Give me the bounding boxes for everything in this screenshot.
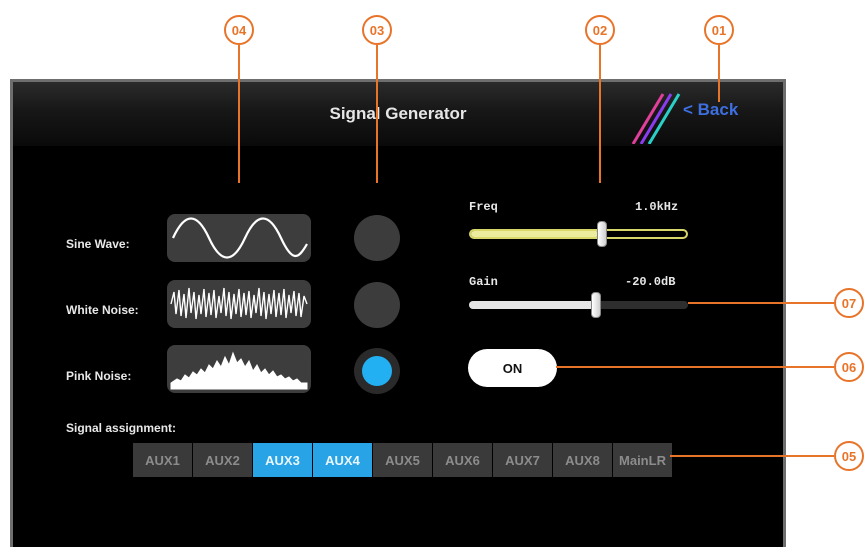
bus-button-aux1[interactable]: AUX1 (133, 443, 192, 477)
gain-slider-fill (469, 301, 595, 309)
sine-wave-icon (167, 214, 311, 262)
back-button[interactable]: < Back (683, 100, 738, 120)
gain-slider-thumb[interactable] (591, 292, 601, 318)
callout-04-leader (238, 45, 240, 183)
callout-05: 05 (834, 441, 864, 471)
signal-label-white: White Noise: (66, 303, 139, 317)
freq-label: Freq (469, 200, 498, 214)
gain-label: Gain (469, 275, 498, 289)
bus-button-aux4[interactable]: AUX4 (313, 443, 372, 477)
radio-white-noise[interactable] (354, 282, 400, 328)
bus-button-mainlr[interactable]: MainLR (613, 443, 672, 477)
on-button[interactable]: ON (468, 349, 557, 387)
freq-value: 1.0kHz (635, 200, 679, 214)
callout-04: 04 (224, 15, 254, 45)
callout-03: 03 (362, 15, 392, 45)
bus-button-aux2[interactable]: AUX2 (193, 443, 252, 477)
callout-02-leader (599, 45, 601, 183)
signal-label-sine: Sine Wave: (66, 237, 130, 251)
rainbow-stripes-icon (631, 93, 681, 144)
callout-01: 01 (704, 15, 734, 45)
pink-noise-icon (167, 345, 311, 393)
white-noise-icon (167, 280, 311, 328)
bus-button-aux3[interactable]: AUX3 (253, 443, 312, 477)
callout-03-leader (376, 45, 378, 183)
title-bar: Signal Generator < Back (13, 82, 783, 146)
radio-pink-noise[interactable] (354, 348, 400, 394)
callout-07: 07 (834, 288, 864, 318)
signal-assignment-label: Signal assignment: (66, 421, 177, 435)
callout-07-leader (688, 302, 834, 304)
bus-assignment-group: AUX1 AUX2 AUX3 AUX4 AUX5 AUX6 AUX7 AUX8 … (133, 443, 672, 477)
radio-sine-wave[interactable] (354, 215, 400, 261)
callout-06: 06 (834, 352, 864, 382)
bus-button-aux8[interactable]: AUX8 (553, 443, 612, 477)
bus-button-aux6[interactable]: AUX6 (433, 443, 492, 477)
gain-value: -20.0dB (625, 275, 676, 289)
signal-generator-screen: Signal Generator < Back Sine Wave: White… (10, 79, 786, 547)
bus-button-aux7[interactable]: AUX7 (493, 443, 552, 477)
signal-label-pink: Pink Noise: (66, 369, 132, 383)
callout-06-leader (556, 366, 834, 368)
callout-01-leader (718, 45, 720, 102)
bus-button-aux5[interactable]: AUX5 (373, 443, 432, 477)
callout-05-leader (670, 455, 834, 457)
callout-02: 02 (585, 15, 615, 45)
freq-slider-fill (471, 231, 599, 237)
freq-slider-thumb[interactable] (597, 221, 607, 247)
